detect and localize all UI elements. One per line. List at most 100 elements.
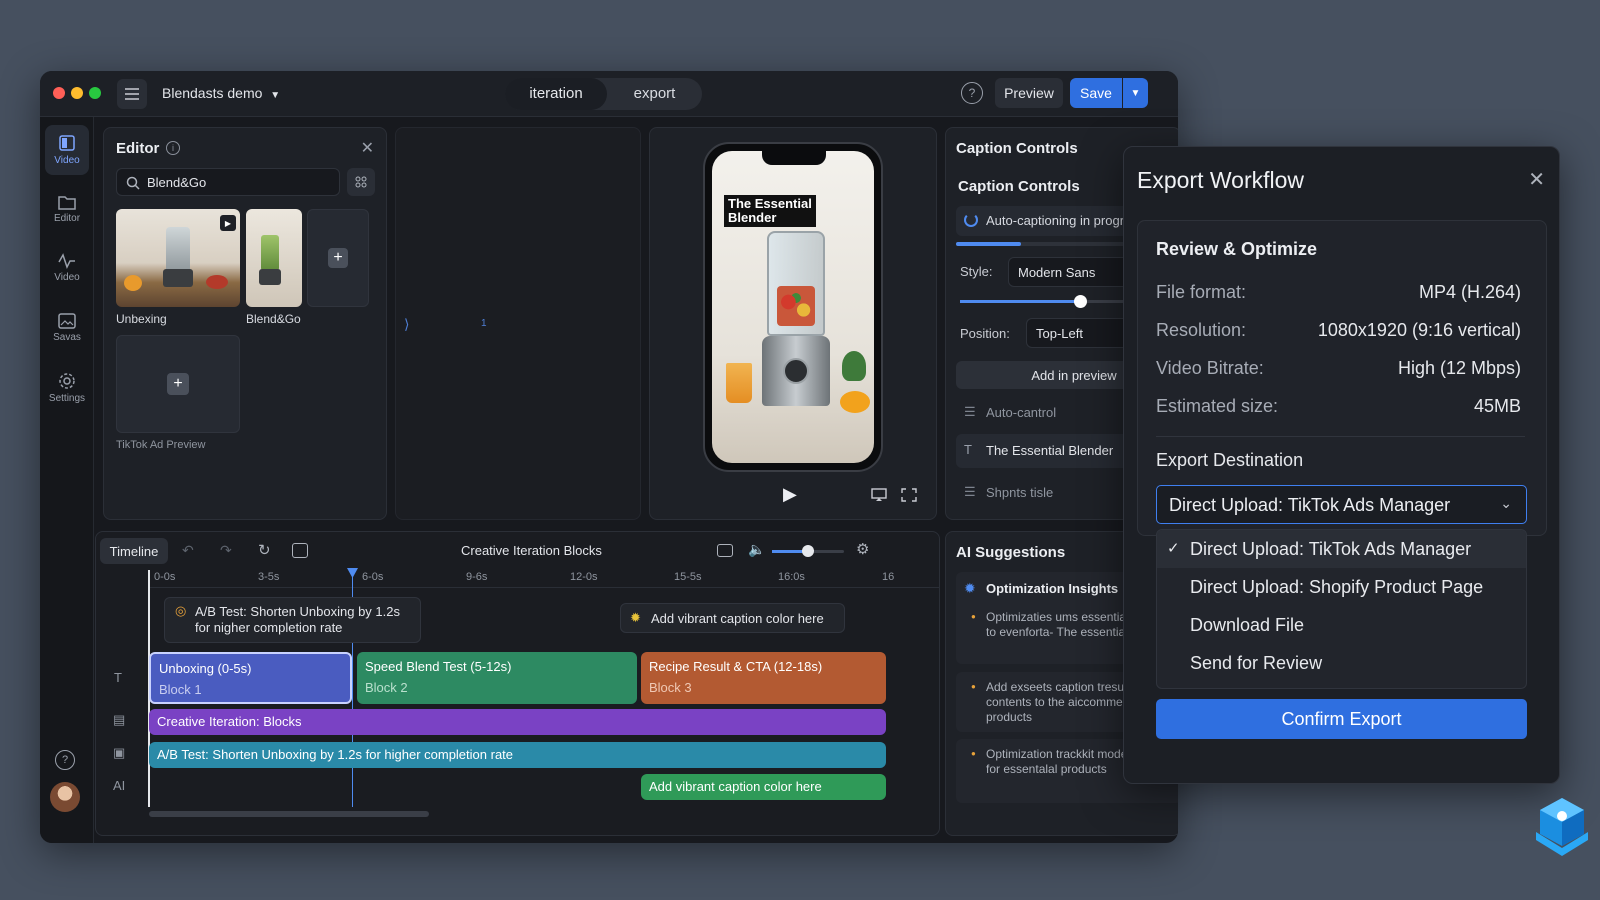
add-preview-tile[interactable]: + [116, 335, 240, 433]
close-icon[interactable]: ✕ [1528, 167, 1545, 192]
add-asset-button[interactable]: + [307, 209, 369, 307]
canvas-marker: 1 [481, 318, 487, 329]
panel-title: Caption Controls [956, 140, 1078, 157]
left-sidebar: Video Editor Video Savas Settings ? [40, 117, 94, 843]
block-speed-blend[interactable]: Speed Blend Test (5-12s) Block 2 [357, 652, 637, 704]
panel-title: AI Suggestions [956, 544, 1066, 561]
preview-panel: The Essential Blender ▶ [649, 127, 937, 520]
slider-fill [960, 300, 1080, 303]
close-window-button[interactable] [53, 87, 65, 99]
track-caption-color[interactable]: Add vibrant caption color here [641, 774, 886, 800]
sidebar-item-savas[interactable]: Savas [45, 303, 89, 353]
help-icon[interactable]: ? [55, 750, 75, 770]
canvas-area: ⟩ 1 [395, 127, 641, 520]
volume-slider[interactable] [772, 545, 844, 557]
modal-title: Export Workflow [1137, 167, 1305, 193]
juice-glass [726, 363, 752, 403]
redo-icon[interactable]: ↷ [220, 542, 232, 559]
sidebar-item-settings[interactable]: Settings [45, 363, 89, 413]
volume-icon[interactable]: 🔈 [748, 541, 765, 558]
divider [1156, 436, 1525, 437]
tick-label: 6-0s [362, 571, 384, 583]
destination-select[interactable]: Direct Upload: TikTok Ads Manager ⌄ [1156, 485, 1527, 524]
blender-image [166, 227, 190, 273]
tab-export[interactable]: export [607, 78, 702, 110]
captions-toggle-icon[interactable] [717, 544, 733, 557]
crop-icon[interactable] [292, 543, 308, 558]
waveform-icon [58, 253, 75, 269]
save-options-chevron-icon[interactable]: ▼ [1123, 78, 1148, 108]
help-icon[interactable]: ? [961, 82, 983, 104]
asset-label: Blend&Go [246, 312, 301, 326]
bitrate-value: High (12 Mbps) [1397, 358, 1521, 378]
block-subtitle: Block 3 [649, 680, 692, 695]
bullet-icon: ● [971, 749, 976, 758]
play-icon[interactable]: ▶ [220, 215, 236, 231]
project-dropdown[interactable]: Blendasts demo ▼ [162, 85, 280, 101]
block-subtitle: Block 2 [365, 680, 408, 695]
grid-view-icon[interactable] [347, 168, 375, 196]
lock-icon: ▤ [113, 712, 126, 727]
chevron-down-icon: ⌄ [1500, 495, 1512, 511]
target-icon: ◎ [175, 603, 187, 618]
tab-iteration[interactable]: iteration [505, 78, 607, 110]
tick-label: 15-5s [674, 571, 702, 583]
destination-option-tiktok[interactable]: ✓ Direct Upload: TikTok Ads Manager [1157, 530, 1526, 568]
resolution-value: 1080x1920 (9:16 vertical) [1317, 320, 1521, 340]
sidebar-item-video-2[interactable]: Video [45, 243, 89, 293]
sparkle-icon: ✹ [964, 580, 976, 596]
option-label: Direct Upload: TikTok Ads Manager [1190, 539, 1472, 559]
sidebar-item-editor[interactable]: Editor [45, 184, 89, 234]
tick-label: 16 [882, 571, 895, 583]
sparkle-icon: ✹ [630, 610, 641, 625]
timeline-panel: Timeline ↶ ↷ ↻ Creative Iteration Blocks… [95, 531, 940, 836]
editor-panel: Editor i ✕ Blend&Go ▶ Unbexing Blend&Go … [103, 127, 387, 520]
close-icon[interactable]: ✕ [361, 138, 374, 158]
phone-screen: The Essential Blender [712, 151, 874, 463]
save-button[interactable]: Save [1070, 78, 1122, 108]
timeline-scrollbar[interactable] [149, 811, 429, 817]
track-ab-test[interactable]: A/B Test: Shorten Unboxing by 1.2s for h… [149, 742, 886, 768]
slider-thumb[interactable] [1074, 295, 1087, 308]
fullscreen-icon[interactable] [901, 488, 917, 502]
cast-icon[interactable] [871, 488, 887, 502]
info-icon[interactable]: i [166, 141, 180, 155]
estimated-size-value: 45MB [1473, 396, 1521, 416]
minimize-window-button[interactable] [71, 87, 83, 99]
confirm-export-button[interactable]: Confirm Export [1156, 699, 1527, 739]
destination-option-shopify[interactable]: Direct Upload: Shopify Product Page [1157, 568, 1526, 606]
asset-thumbnail-blendgo[interactable] [246, 209, 302, 307]
text-icon: T [964, 442, 972, 457]
sidebar-item-video[interactable]: Video [45, 125, 89, 175]
block-recipe-result[interactable]: Recipe Result & CTA (12-18s) Block 3 [641, 652, 886, 704]
section-title: Caption Controls [958, 178, 1080, 195]
refresh-icon[interactable]: ↻ [258, 541, 271, 559]
phone-frame: The Essential Blender [703, 142, 883, 472]
bullet-icon: ● [971, 682, 976, 691]
destination-option-review[interactable]: Send for Review [1157, 644, 1526, 682]
tab-timeline[interactable]: Timeline [100, 538, 168, 564]
plant [842, 351, 866, 381]
blender-jar [767, 231, 825, 336]
maximize-window-button[interactable] [89, 87, 101, 99]
gear-icon[interactable]: ⚙ [856, 540, 869, 558]
search-input[interactable]: Blend&Go [116, 168, 340, 196]
asset-thumbnail-unboxing[interactable]: ▶ [116, 209, 240, 307]
play-icon[interactable]: ▶ [783, 484, 797, 505]
gear-icon [59, 373, 75, 389]
sidebar-item-label: Editor [53, 213, 81, 224]
avatar[interactable] [50, 782, 80, 812]
spinner-icon [964, 213, 978, 227]
slider-thumb[interactable] [802, 545, 814, 557]
destination-option-download[interactable]: Download File [1157, 606, 1526, 644]
undo-icon[interactable]: ↶ [182, 542, 194, 559]
preview-button[interactable]: Preview [995, 78, 1063, 108]
checkmark-icon: ✓ [1167, 540, 1180, 557]
block-unboxing[interactable]: Unboxing (0-5s) Block 1 [149, 652, 352, 704]
search-value: Blend&Go [147, 175, 207, 190]
track-creative-iteration[interactable]: Creative Iteration: Blocks [149, 709, 886, 735]
drag-handle-icon[interactable]: ⟩ [404, 316, 409, 333]
status-text: Auto-captioning in progress [986, 213, 1145, 228]
menu-icon[interactable] [117, 79, 147, 109]
style-value: Modern Sans [1018, 265, 1096, 280]
